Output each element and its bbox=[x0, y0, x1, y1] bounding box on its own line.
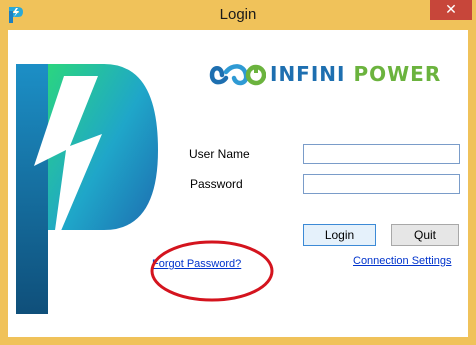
login-button[interactable]: Login bbox=[303, 224, 376, 246]
password-label: Password bbox=[190, 177, 243, 191]
brand-name: INFINI POWER bbox=[270, 62, 441, 86]
red-annotation-ellipse bbox=[150, 240, 274, 302]
infini-power-p-logo bbox=[16, 64, 158, 314]
password-input[interactable] bbox=[303, 174, 460, 194]
login-panel: INFINI POWER User Name Password Login Qu… bbox=[8, 30, 468, 337]
infinity-loop-icon bbox=[209, 64, 266, 86]
username-input[interactable] bbox=[303, 144, 460, 164]
username-label: User Name bbox=[189, 147, 250, 161]
title-bar[interactable]: Login ✕ bbox=[0, 0, 476, 30]
close-button[interactable]: ✕ bbox=[430, 0, 472, 20]
connection-settings-link[interactable]: Connection Settings bbox=[353, 255, 451, 267]
brand-word-power: POWER bbox=[353, 62, 442, 86]
login-window: Login ✕ INFINI POWER User Name Password … bbox=[0, 0, 476, 345]
window-title: Login bbox=[219, 6, 257, 23]
brand-header: INFINI POWER bbox=[208, 60, 458, 90]
brand-word-infini: INFINI bbox=[270, 62, 346, 86]
quit-button[interactable]: Quit bbox=[391, 224, 459, 246]
